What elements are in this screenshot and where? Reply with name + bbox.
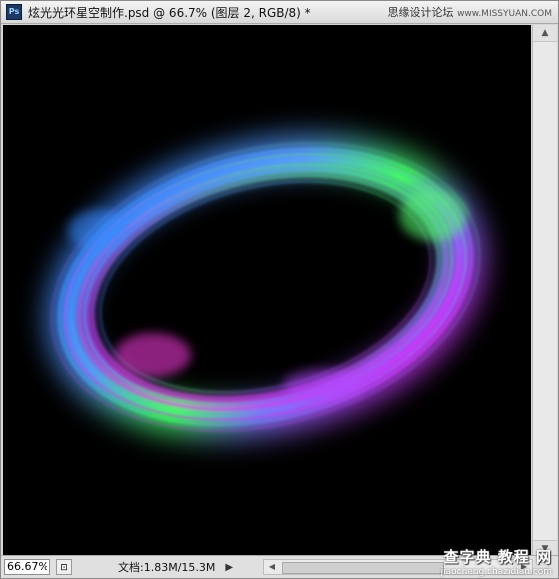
watermark-bottom-url: jiaocheng.chazidian.com — [440, 567, 552, 577]
watermark-bottom-main: 查字典 教程 网 — [443, 548, 552, 566]
image-canvas[interactable] — [3, 25, 531, 557]
watermark-bottom: 查字典 教程 网 jiaocheng.chazidian.com — [441, 546, 552, 577]
glow-ring-artwork — [46, 135, 485, 439]
vertical-scrollbar[interactable]: ▲ ▼ — [532, 25, 557, 557]
document-size-info: 文档:1.83M/15.3M — [118, 561, 216, 574]
status-expand-arrow-icon[interactable]: ▶ — [225, 562, 233, 573]
watermark-top-site: www.MISSYUAN.COM — [457, 9, 552, 19]
zoom-level-field[interactable] — [4, 559, 50, 575]
scroll-up-icon[interactable]: ▲ — [533, 25, 557, 42]
status-menu-icon[interactable]: ⊡ — [56, 559, 72, 575]
watermark-top-main: 思缘设计论坛 — [387, 6, 454, 19]
title-bar[interactable]: Ps 炫光光环星空制作.psd @ 66.7% (图层 2, RGB/8) * … — [1, 1, 558, 24]
document-window: Ps 炫光光环星空制作.psd @ 66.7% (图层 2, RGB/8) * … — [0, 0, 559, 579]
photoshop-icon: Ps — [6, 4, 22, 20]
watermark-top: 思缘设计论坛 www.MISSYUAN.COM — [388, 4, 552, 20]
scroll-left-icon[interactable]: ◀ — [264, 560, 280, 574]
document-title: 炫光光环星空制作.psd @ 66.7% (图层 2, RGB/8) * — [28, 5, 311, 20]
horizontal-scroll-thumb[interactable] — [282, 562, 444, 574]
